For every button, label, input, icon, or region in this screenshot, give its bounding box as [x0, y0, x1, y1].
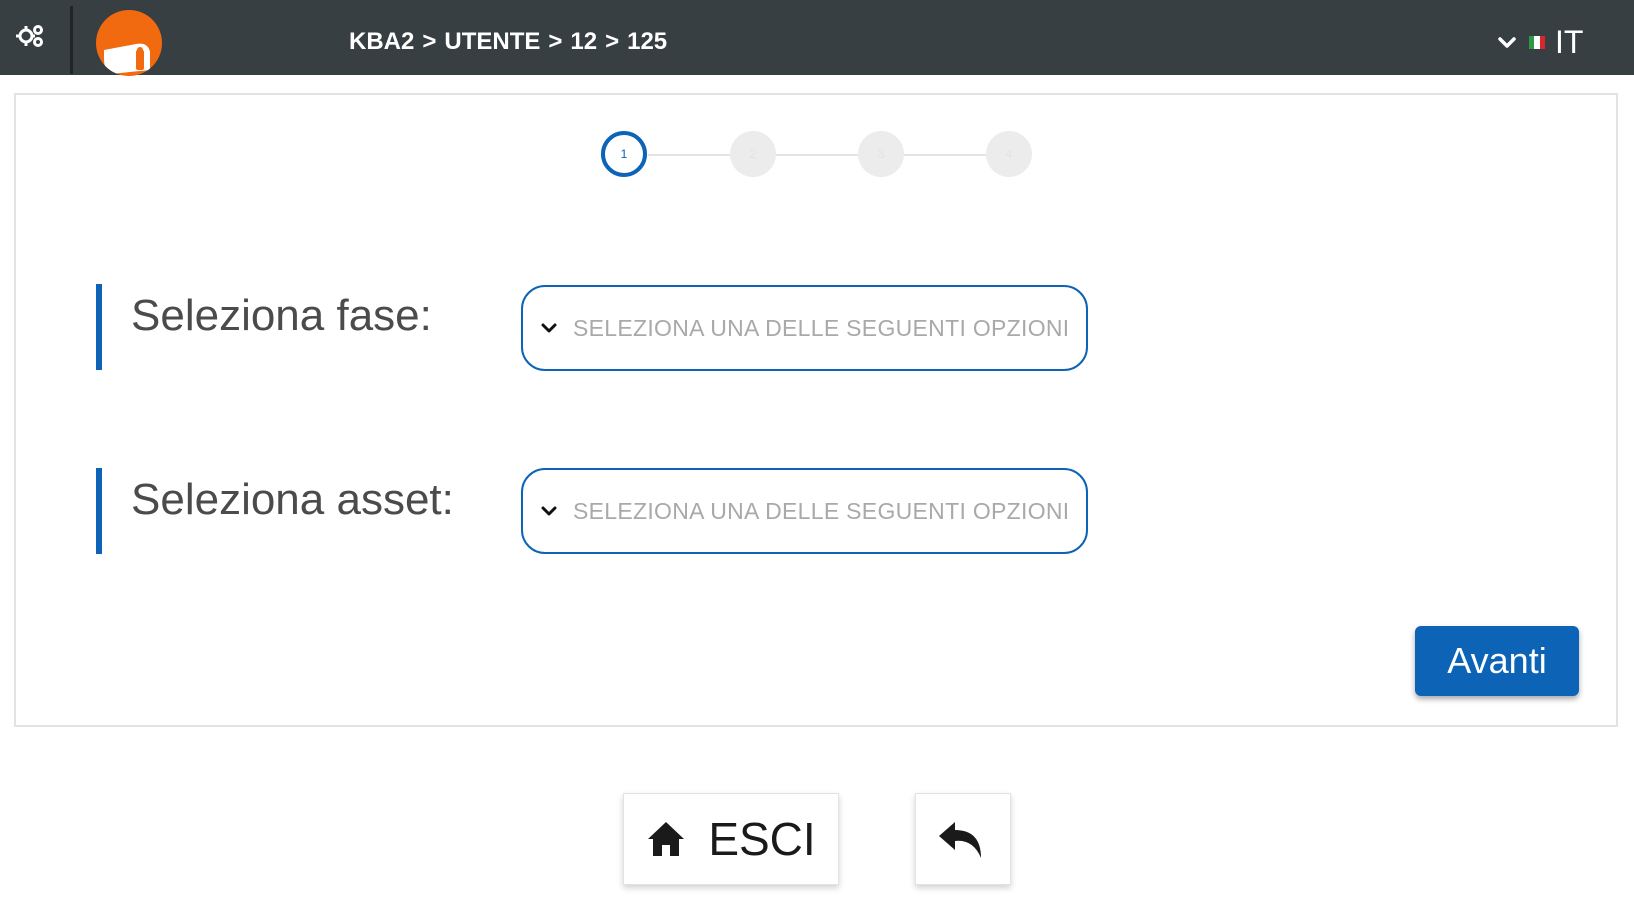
- step-4[interactable]: 4: [986, 131, 1032, 177]
- breadcrumb-separator: >: [422, 28, 437, 55]
- stepper-connector: [776, 154, 858, 156]
- phase-select[interactable]: SELEZIONA UNA DELLE SEGUENTI OPZIONI: [521, 285, 1088, 371]
- next-button[interactable]: Avanti: [1415, 626, 1579, 696]
- stepper-connector: [904, 154, 986, 156]
- exit-button-label: ESCI: [708, 813, 816, 865]
- gear-icon[interactable]: [14, 20, 48, 54]
- step-3[interactable]: 3: [858, 131, 904, 177]
- breadcrumb-separator: >: [548, 28, 563, 55]
- breadcrumb-item[interactable]: 125: [627, 28, 667, 56]
- top-bar: KBA2 > UTENTE > 12 > 125 IT: [0, 0, 1634, 76]
- breadcrumb-item[interactable]: UTENTE: [444, 28, 540, 56]
- back-button[interactable]: [915, 793, 1011, 885]
- step-2[interactable]: 2: [730, 131, 776, 177]
- breadcrumb: KBA2 > UTENTE > 12 > 125: [349, 27, 667, 57]
- phase-label: Seleziona fase:: [131, 291, 432, 340]
- phase-select-placeholder: SELEZIONA UNA DELLE SEGUENTI OPZIONI: [573, 314, 1070, 341]
- header-divider: [70, 6, 73, 74]
- asset-select-placeholder: SELEZIONA UNA DELLE SEGUENTI OPZIONI: [573, 497, 1070, 524]
- step-1[interactable]: 1: [601, 131, 647, 177]
- app-logo[interactable]: [96, 10, 162, 76]
- chevron-down-icon: [541, 506, 557, 516]
- phase-field-accent: [96, 284, 102, 370]
- undo-arrow-icon: [939, 822, 981, 858]
- breadcrumb-item[interactable]: KBA2: [349, 28, 414, 56]
- asset-select[interactable]: SELEZIONA UNA DELLE SEGUENTI OPZIONI: [521, 468, 1088, 554]
- language-selector[interactable]: IT: [1495, 24, 1583, 60]
- main-panel: [14, 93, 1618, 727]
- breadcrumb-item[interactable]: 12: [570, 28, 597, 56]
- stepper-connector: [648, 154, 730, 156]
- italy-flag-icon: [1529, 35, 1545, 49]
- language-code: IT: [1555, 23, 1584, 60]
- chevron-down-icon: [1498, 37, 1516, 48]
- breadcrumb-separator: >: [605, 28, 620, 55]
- home-icon: [648, 822, 685, 856]
- asset-field-accent: [96, 468, 102, 554]
- chevron-down-icon: [541, 323, 557, 333]
- asset-label: Seleziona asset:: [131, 475, 454, 524]
- exit-button[interactable]: ESCI: [623, 793, 839, 885]
